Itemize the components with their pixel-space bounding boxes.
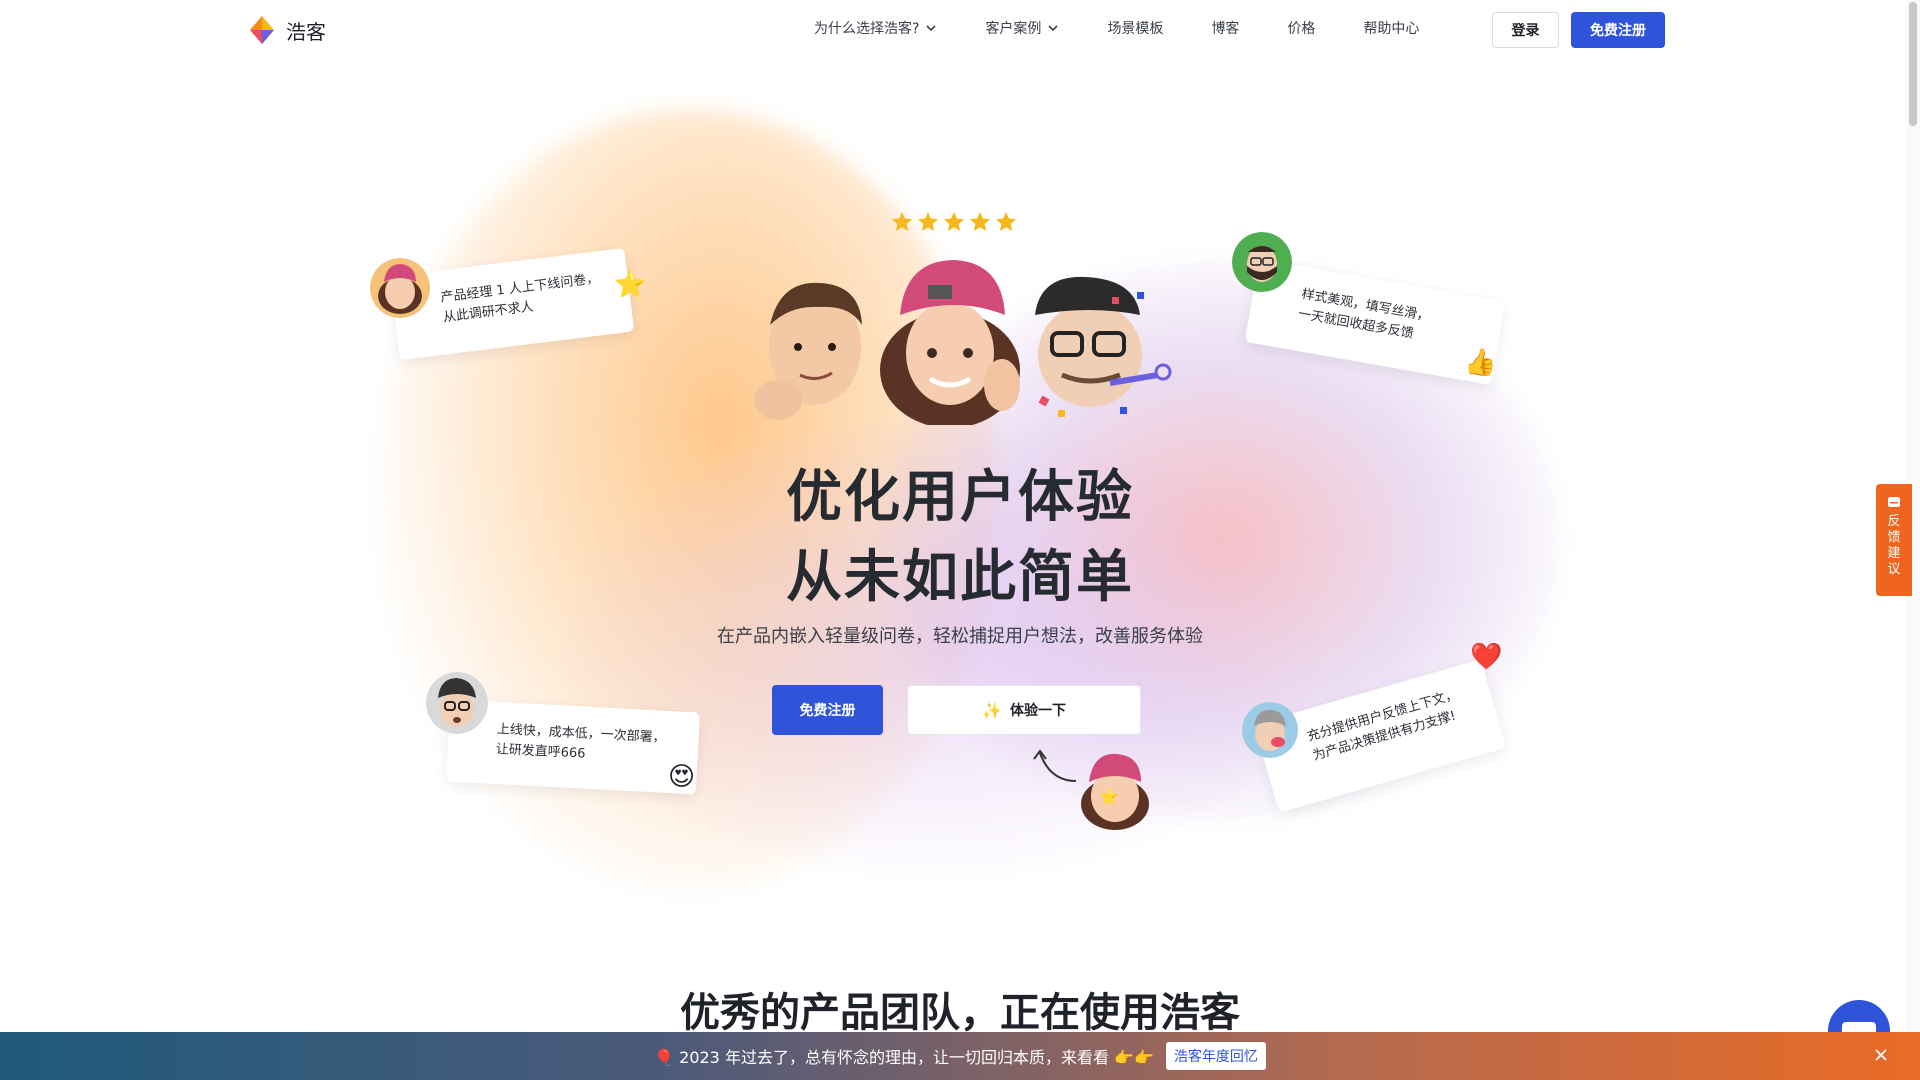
avatar-girl-pink-hat xyxy=(370,258,430,318)
announcement-banner: 🎈 2023 年过去了，总有怀念的理由，让一切回归本质，来看看 👉👉 浩客年度回… xyxy=(0,1032,1920,1080)
feedback-tab-char: 反 xyxy=(1887,514,1901,529)
hero-subtitle: 在产品内嵌入轻量级问卷，轻松捕捉用户想法，改善服务体验 xyxy=(717,626,1203,647)
nav-label: 价格 xyxy=(1287,21,1316,37)
nav-help-center[interactable]: 帮助中心 xyxy=(1363,18,1419,38)
nav-blog[interactable]: 博客 xyxy=(1211,18,1239,38)
annual-review-button[interactable]: 浩客年度回忆 xyxy=(1165,1042,1266,1070)
logo-icon xyxy=(246,14,278,46)
rating-stars xyxy=(890,210,1018,234)
try-demo-button[interactable]: ✨ 体验一下 xyxy=(907,685,1141,735)
nav-label: 帮助中心 xyxy=(1363,21,1420,37)
hero-title-line1: 优化用户体验 xyxy=(786,465,1134,530)
star-icon xyxy=(970,212,990,231)
logo[interactable]: 浩客 xyxy=(246,14,326,46)
heart-eyes-emoji: 😍 xyxy=(668,762,696,792)
close-icon[interactable] xyxy=(1872,1046,1890,1064)
chevron-down-icon xyxy=(1048,25,1059,32)
star-icon xyxy=(892,212,912,231)
avatar-man-glasses xyxy=(426,672,488,734)
nav-label: 场景模板 xyxy=(1107,21,1164,37)
main-nav: 为什么选择浩客? 客户案例 场景模板 博客 价格 帮助中心 xyxy=(814,18,1467,38)
star-icon xyxy=(918,212,938,231)
top-header: 浩客 为什么选择浩客? 客户案例 场景模板 博客 价格 帮助中心 登录 免费注册 xyxy=(0,0,1920,60)
curved-arrow-icon xyxy=(1033,749,1077,782)
sparkles-icon: ✨ xyxy=(982,700,1002,720)
signup-button-hero[interactable]: 免费注册 xyxy=(772,685,883,735)
thumbs-up-emoji: 👍 xyxy=(1464,348,1497,378)
star-icon xyxy=(996,212,1016,231)
login-button[interactable]: 登录 xyxy=(1492,12,1559,48)
star-icon xyxy=(944,212,964,231)
avatar-bearded-man xyxy=(1232,232,1292,292)
feedback-tab-char: 议 xyxy=(1887,562,1901,577)
feedback-side-tab[interactable]: 反 馈 建 议 xyxy=(1876,484,1912,596)
svg-text:⭐: ⭐ xyxy=(1099,787,1119,806)
chevron-down-icon xyxy=(926,25,937,32)
hero-title-line2: 从未如此简单 xyxy=(786,545,1134,610)
try-demo-label: 体验一下 xyxy=(1009,703,1066,719)
feedback-tab-char: 馈 xyxy=(1887,530,1901,545)
feedback-tab-char: 建 xyxy=(1887,546,1901,561)
customers-section-title: 优秀的产品团队，正在使用浩客 xyxy=(680,990,1240,1036)
memoji-group-illustration xyxy=(754,260,1172,425)
message-icon xyxy=(1888,497,1900,507)
banner-text: 🎈 2023 年过去了，总有怀念的理由，让一切回归本质，来看看 👉👉 xyxy=(654,1048,1154,1067)
heart-emoji: ❤️ xyxy=(1470,642,1503,672)
avatar-man-grey-hair xyxy=(1242,702,1298,758)
nav-templates[interactable]: 场景模板 xyxy=(1107,18,1163,38)
star-emoji: ⭐ xyxy=(614,270,647,300)
nav-customer-cases[interactable]: 客户案例 xyxy=(985,18,1059,38)
scrollbar-thumb[interactable] xyxy=(1909,2,1917,126)
girl-memoji-avatar: ⭐ xyxy=(1081,753,1149,830)
nav-why-choose[interactable]: 为什么选择浩客? xyxy=(814,18,937,38)
nav-label: 博客 xyxy=(1211,21,1240,37)
logo-text: 浩客 xyxy=(286,19,326,44)
nav-pricing[interactable]: 价格 xyxy=(1287,18,1315,38)
nav-label: 客户案例 xyxy=(985,21,1042,37)
nav-label: 为什么选择浩客? xyxy=(814,21,920,37)
signup-button-header[interactable]: 免费注册 xyxy=(1571,12,1665,48)
